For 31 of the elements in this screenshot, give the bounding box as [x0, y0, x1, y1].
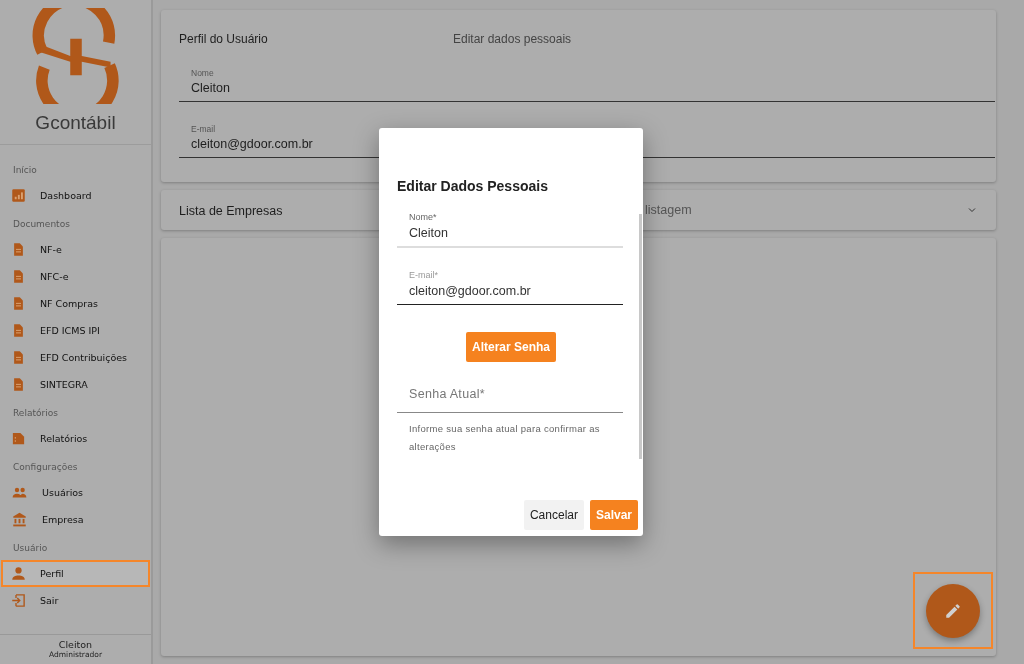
field-label: Nome* [409, 212, 438, 222]
section-title: Configurações [12, 461, 79, 474]
section-title: Relatórios [12, 407, 59, 420]
nav-label: SINTEGRA [40, 379, 88, 390]
nav-label: Empresa [42, 514, 84, 525]
panel-title: Lista de Empresas [179, 204, 283, 218]
panel-hint: listagem [645, 203, 693, 217]
nav-label: NFC-e [40, 271, 69, 282]
field-value: Cleiton [191, 81, 231, 95]
nav-label: Usuários [42, 487, 84, 498]
nav-label: Dashboard [40, 190, 92, 201]
nav-label: EFD Contribuições [40, 352, 128, 363]
nav-label: Sair [40, 595, 59, 606]
logo-text: Gcontábil [35, 112, 116, 134]
field-value: Cleiton [409, 226, 449, 240]
user-name: Cleiton [58, 639, 93, 650]
helper-text: Informe sua senha atual para confirmar as alterações [408, 422, 601, 454]
nav-label: NF Compras [40, 298, 98, 309]
nav-label: NF-e [40, 244, 62, 255]
field-label: Nome [191, 68, 215, 78]
field-value: cleiton@gdoor.com.br [409, 284, 532, 298]
dialog-title: Editar Dados Pessoais [397, 178, 549, 194]
nav-label: Perfil [40, 568, 64, 579]
nav-label: Relatórios [40, 433, 88, 444]
section-title: Documentos [12, 218, 71, 231]
field-label: E-mail [191, 124, 217, 134]
field-value: cleiton@gdoor.com.br [191, 137, 314, 151]
section-title: Usuário [12, 542, 49, 555]
field-label: E-mail* [409, 270, 439, 280]
section-title: Início [12, 164, 38, 177]
nav-label: EFD ICMS IPI [40, 325, 100, 336]
